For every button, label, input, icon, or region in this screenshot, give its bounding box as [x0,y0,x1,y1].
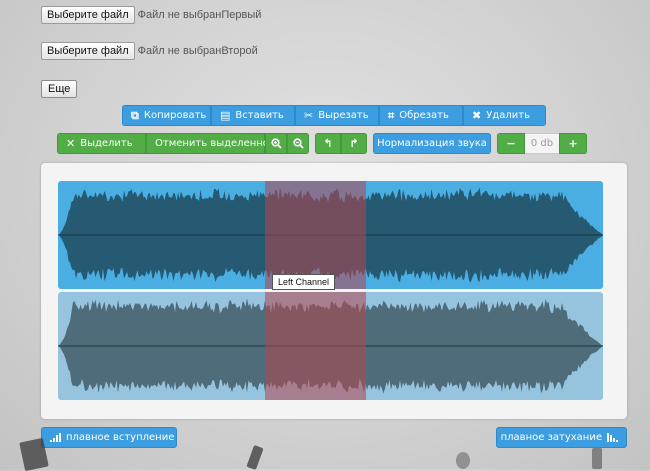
fade-in-icon [50,433,61,442]
right-channel-svg [58,292,603,400]
undo-icon: ↰ [323,137,333,150]
redo-button[interactable]: ↱ [341,133,367,154]
deselect-button[interactable]: Отменить выделенное [146,133,275,154]
trim-label: Обрезать [399,110,449,121]
fade-out-icon [607,433,618,442]
minus-icon: − [506,137,516,150]
delete-button[interactable]: ✖ Удалить [463,105,546,126]
selection-region [265,181,366,289]
right-channel-waveform[interactable] [58,292,603,400]
expand-icon: ✕ [66,137,76,150]
channel-tooltip: Left Channel [272,274,336,290]
cut-button[interactable]: ✂ Вырезать [295,105,379,126]
selection-button-group: ✕ Выделить Отменить выделенное [57,133,309,154]
scissors-icon: ✂ [304,109,314,122]
selection-toolbar: ✕ Выделить Отменить выделенное ↰ ↱ Норма… [57,133,587,154]
choose-file-button-second[interactable]: Выберите файл [41,42,135,60]
plus-icon: + [568,137,578,150]
normalize-group: Нормализация звука [373,133,491,154]
edit-toolbar: ⧉ Копировать ▤ Вставить ✂ Вырезать ⌗ Обр… [122,105,546,126]
close-icon: ✖ [472,109,482,122]
copy-button[interactable]: ⧉ Копировать [122,105,211,126]
normalize-button[interactable]: Нормализация звука [373,133,491,154]
volume-control: − 0 db + [497,133,587,154]
select-button[interactable]: ✕ Выделить [57,133,146,154]
fade-in-label: плавное вступление [66,432,175,443]
volume-value[interactable]: 0 db [525,133,559,154]
edit-button-group: ⧉ Копировать ▤ Вставить ✂ Вырезать ⌗ Обр… [122,105,546,126]
more-button[interactable]: Еще [41,80,78,98]
zoom-in-icon [270,138,282,149]
volume-minus-button[interactable]: − [497,133,525,154]
zoom-in-button[interactable] [265,133,287,154]
zoom-out-icon [292,138,304,149]
left-channel-waveform[interactable] [58,181,603,289]
fade-out-button[interactable]: плавное затухание [496,427,627,448]
paste-button[interactable]: ▤ Вставить [211,105,295,126]
fade-in-button[interactable]: плавное вступление [41,427,177,448]
redo-icon: ↱ [349,137,359,150]
zoom-out-button[interactable] [287,133,309,154]
paste-icon: ▤ [220,109,231,122]
guitar-body-decoration [592,448,602,469]
trim-button[interactable]: ⌗ Обрезать [379,105,463,126]
normalize-label: Нормализация звука [377,138,487,149]
deselect-label: Отменить выделенное [155,138,276,149]
volume-plus-button[interactable]: + [559,133,587,154]
select-label: Выделить [80,138,133,149]
crop-icon: ⌗ [388,109,395,122]
history-button-group: ↰ ↱ [315,133,367,154]
left-channel-svg [58,181,603,289]
guitar-knob-decoration [456,452,470,469]
file-status-first: Файл не выбранПервый [137,9,262,21]
choose-file-button-first[interactable]: Выберите файл [41,6,135,24]
file-status-second: Файл не выбранВторой [137,45,258,57]
file-input-second[interactable]: Выберите файл Файл не выбранВторой [41,42,258,60]
guitar-neck-decoration [246,444,264,471]
delete-label: Удалить [486,110,530,121]
selection-region [265,292,366,400]
paste-label: Вставить [235,110,284,121]
file-input-first[interactable]: Выберите файл Файл не выбранПервый [41,6,261,24]
copy-label: Копировать [143,110,207,121]
cut-label: Вырезать [318,110,369,121]
undo-button[interactable]: ↰ [315,133,341,154]
fade-out-label: плавное затухание [500,432,602,443]
copy-icon: ⧉ [131,109,139,122]
